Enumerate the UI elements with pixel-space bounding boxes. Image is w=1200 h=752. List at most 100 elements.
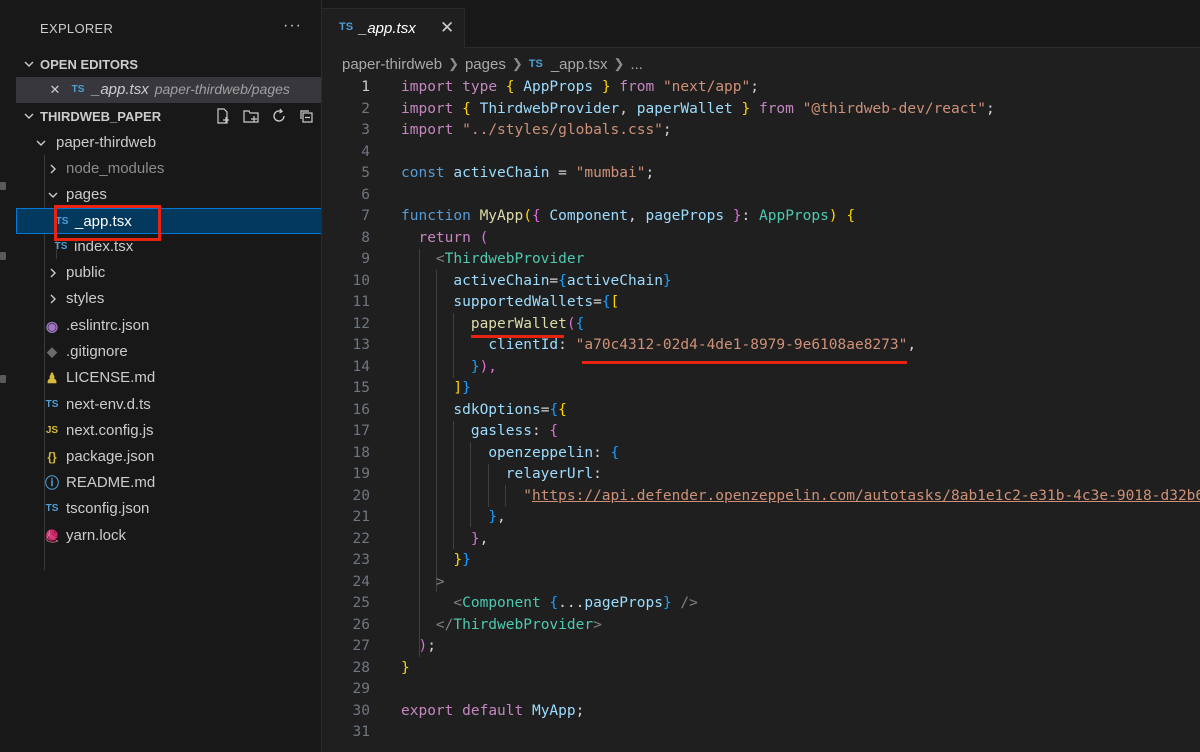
line-content: return ( xyxy=(418,229,489,246)
line-content: clientId: "a70c4312-02d4-4de1-8979-9e610… xyxy=(488,337,917,353)
activity-marker xyxy=(0,375,6,383)
line-number: 7 xyxy=(361,208,370,224)
tree-file-tsconfig[interactable]: TS tsconfig.json xyxy=(16,496,321,522)
activity-marker xyxy=(0,182,6,190)
breadcrumb-more[interactable]: ... xyxy=(630,56,643,73)
tree-file-readme[interactable]: ⓘ README.md xyxy=(16,470,321,496)
line-content: relayerUrl: xyxy=(505,466,602,482)
tree-file-license[interactable]: ♟ LICENSE.md xyxy=(16,365,321,391)
tree-file-package-json[interactable]: {} package.json xyxy=(16,444,321,470)
tree-item-label: .gitignore xyxy=(66,343,128,360)
line-number: 23 xyxy=(352,552,370,568)
breadcrumb: paper-thirdweb ❯ pages ❯ TS _app.tsx ❯ .… xyxy=(342,54,643,74)
close-icon[interactable]: ✕ xyxy=(440,18,454,38)
tree-folder-paper-thirdweb[interactable]: paper-thirdweb xyxy=(16,130,321,156)
line-content: }, xyxy=(470,530,489,547)
code-editor: TS _app.tsx ✕ paper-thirdweb ❯ pages ❯ T… xyxy=(322,0,1200,752)
tree-file-eslintrc[interactable]: ◉ .eslintrc.json xyxy=(16,313,321,339)
code-line: 8 return ( xyxy=(322,228,1200,250)
code-line: 29 xyxy=(322,679,1200,701)
line-number: 13 xyxy=(352,337,370,353)
line-content: </ThirdwebProvider> xyxy=(435,616,602,633)
tree-folder-styles[interactable]: styles xyxy=(16,286,321,312)
line-content: import { ThirdwebProvider, paperWallet }… xyxy=(401,100,995,117)
tree-folder-public[interactable]: public xyxy=(16,260,321,286)
line-content: > xyxy=(435,573,445,590)
line-number: 6 xyxy=(361,186,370,203)
tree-item-label: paper-thirdweb xyxy=(56,134,157,151)
tree-item-label: next.config.js xyxy=(66,422,154,439)
editor-tab-bar: TS _app.tsx ✕ xyxy=(322,0,1200,49)
line-content: const activeChain = "mumbai"; xyxy=(401,165,655,181)
tree-item-label: package.json xyxy=(66,448,155,465)
collapse-all-icon[interactable] xyxy=(296,107,318,127)
new-folder-icon[interactable] xyxy=(240,107,262,127)
line-content: supportedWallets={[ xyxy=(453,294,620,310)
tree-file-next-env[interactable]: TS next-env.d.ts xyxy=(16,392,321,418)
info-icon: ⓘ xyxy=(45,475,59,491)
breadcrumb-subfolder[interactable]: pages xyxy=(465,56,506,73)
line-content: activeChain={activeChain} xyxy=(453,272,672,289)
open-editor-item[interactable]: ✕ TS _app.tsx paper-thirdweb/pages xyxy=(16,77,321,103)
line-number: 19 xyxy=(352,466,370,482)
line-number: 15 xyxy=(352,380,370,396)
open-editor-filename: _app.tsx xyxy=(92,81,149,98)
code-line: 28} xyxy=(322,658,1200,680)
eslint-icon: ◉ xyxy=(45,318,59,334)
line-content: ); xyxy=(418,638,436,654)
tree-folder-node-modules[interactable]: node_modules xyxy=(16,156,321,182)
code-line: 2 import { ThirdwebProvider, paperWallet … xyxy=(322,99,1200,121)
breadcrumb-folder[interactable]: paper-thirdweb xyxy=(342,56,442,73)
line-number: 3 xyxy=(361,122,370,138)
line-content: <ThirdwebProvider xyxy=(435,251,585,267)
line-content: }, xyxy=(488,509,506,525)
code-line: 24 > xyxy=(322,572,1200,594)
chevron-down-icon xyxy=(24,61,34,67)
tab-app-tsx[interactable]: TS _app.tsx ✕ xyxy=(322,8,465,49)
refresh-icon[interactable] xyxy=(268,107,290,127)
yarn-icon: 🧶 xyxy=(44,529,60,543)
tree-item-label: .eslintrc.json xyxy=(66,317,150,334)
code-line: 17 gasless: { xyxy=(322,421,1200,443)
ellipsis-icon[interactable]: ··· xyxy=(283,17,302,35)
license-icon: ♟ xyxy=(45,370,59,386)
workspace-label: THIRDWEB_PAPER xyxy=(40,109,162,124)
tree-file-gitignore[interactable]: ◆ .gitignore xyxy=(16,339,321,365)
line-number: 9 xyxy=(361,251,370,267)
code-line: 27 ); xyxy=(322,636,1200,658)
tree-item-label: tsconfig.json xyxy=(66,500,150,517)
workspace-section-header[interactable]: THIRDWEB_PAPER xyxy=(16,104,321,130)
code-line: 25 <Component {...pageProps} /> xyxy=(322,593,1200,615)
annotation-highlight-box xyxy=(54,205,161,241)
chevron-right-icon: ❯ xyxy=(613,56,625,71)
line-number: 24 xyxy=(352,573,370,590)
code-line: 16 sdkOptions={{ xyxy=(322,400,1200,422)
line-content: <Component {...pageProps} /> xyxy=(453,595,698,611)
code-line: 23 }} xyxy=(322,550,1200,572)
code-line: 10 activeChain={activeChain} xyxy=(322,271,1200,293)
chevron-right-icon xyxy=(50,268,56,278)
line-number: 28 xyxy=(352,659,370,676)
close-icon[interactable]: ✕ xyxy=(46,82,64,98)
tree-file-next-config[interactable]: JS next.config.js xyxy=(16,418,321,444)
code-line: 5 const activeChain = "mumbai"; xyxy=(322,163,1200,185)
new-file-icon[interactable] xyxy=(212,107,234,127)
line-number: 11 xyxy=(352,294,370,310)
code-line: 22 }, xyxy=(322,529,1200,551)
line-number: 29 xyxy=(352,681,370,697)
breadcrumb-file[interactable]: _app.tsx xyxy=(551,56,608,73)
chevron-down-icon xyxy=(24,113,34,119)
ts-file-icon: TS xyxy=(45,399,59,410)
line-content: } xyxy=(401,659,410,676)
open-editors-label: OPEN EDITORS xyxy=(40,57,139,72)
tree-file-yarn-lock[interactable]: 🧶 yarn.lock xyxy=(16,523,321,549)
relayer-url-link[interactable]: https://api.defender.openzeppelin.com/au… xyxy=(532,488,1200,504)
line-number: 10 xyxy=(352,272,370,289)
activity-marker xyxy=(0,252,6,260)
line-content: }), xyxy=(470,358,498,375)
open-editors-section-header[interactable]: OPEN EDITORS xyxy=(16,52,321,78)
line-number: 25 xyxy=(352,595,370,611)
code-line: 4 xyxy=(322,142,1200,164)
code-line: 1 import type { AppProps } from "next/app… xyxy=(322,77,1200,99)
tree-item-label: LICENSE.md xyxy=(66,369,156,386)
